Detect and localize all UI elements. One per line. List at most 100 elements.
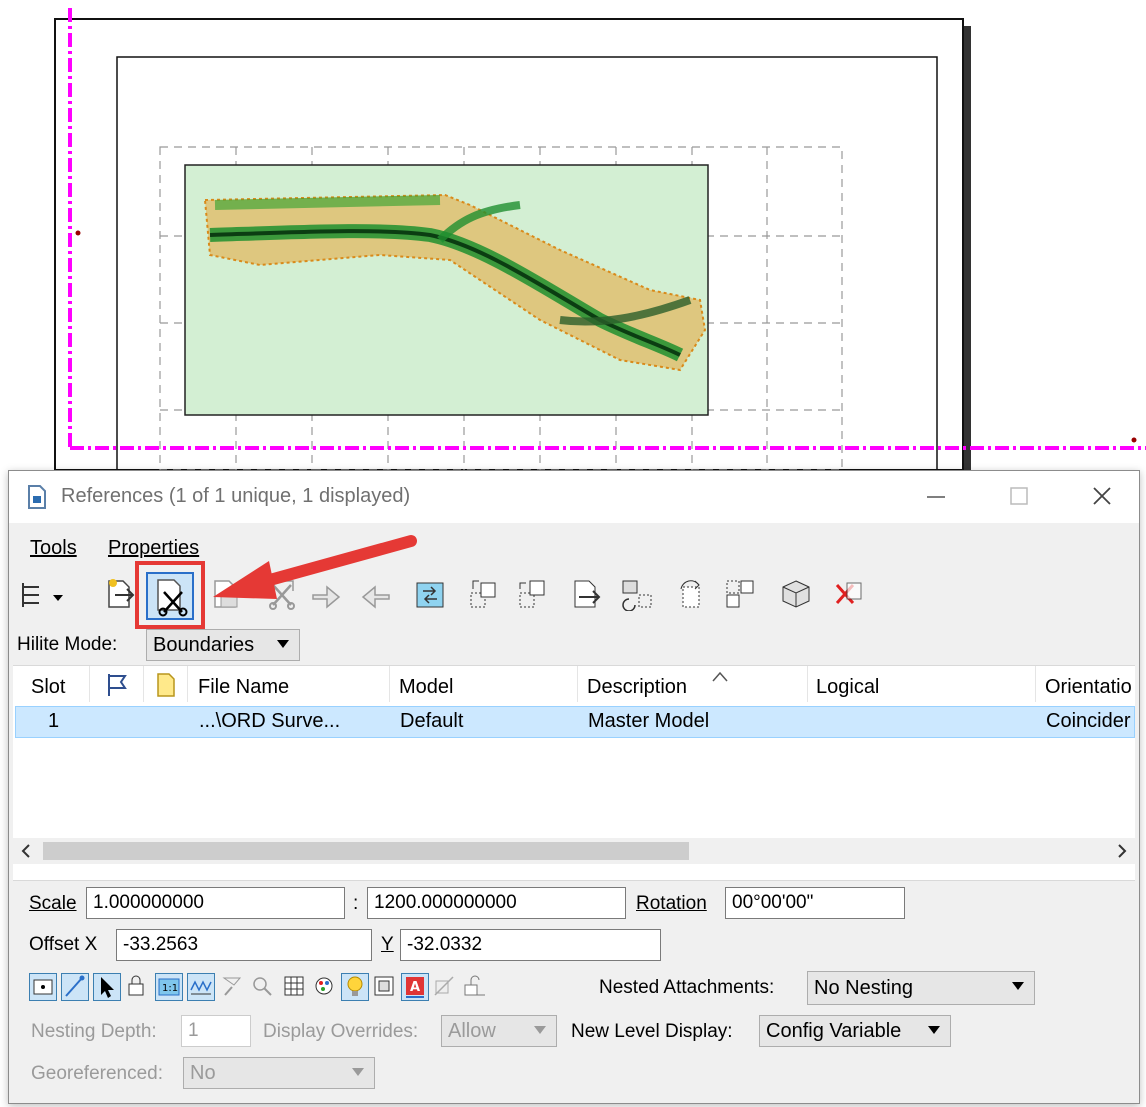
scale-input-2[interactable]: 1200.000000000 bbox=[367, 887, 626, 919]
rotate-icon[interactable] bbox=[514, 577, 548, 611]
row-slot: 1 bbox=[48, 710, 60, 732]
flag-icon[interactable] bbox=[103, 672, 129, 698]
ignore-toggle[interactable] bbox=[431, 973, 459, 1001]
dialog-title: References (1 of 1 unique, 1 displayed) bbox=[61, 485, 411, 507]
col-description[interactable]: Description bbox=[587, 676, 687, 699]
mirror-h-icon[interactable] bbox=[569, 577, 603, 611]
display-toggle[interactable] bbox=[29, 973, 57, 1001]
scale-input[interactable]: 1.000000000 bbox=[86, 887, 345, 919]
treat-as-element-toggle[interactable] bbox=[249, 973, 277, 1001]
row-description: Master Model bbox=[588, 710, 710, 732]
ignore-attachment-toggle[interactable] bbox=[219, 973, 247, 1001]
col-slot[interactable]: Slot bbox=[31, 676, 65, 699]
display-overrides-label: Display Overrides: bbox=[263, 1021, 419, 1042]
new-level-display-select[interactable]: Config Variable bbox=[759, 1015, 951, 1047]
scroll-right-icon[interactable] bbox=[1113, 842, 1131, 860]
hilite-mode-value: Boundaries bbox=[153, 634, 255, 656]
snap-toggle[interactable] bbox=[61, 973, 89, 1001]
exchange-icon[interactable] bbox=[673, 577, 707, 611]
grid-icon bbox=[284, 976, 304, 996]
search-attach-icon bbox=[253, 977, 272, 996]
scroll-thumb[interactable] bbox=[43, 842, 689, 860]
nested-attachments-value: No Nesting bbox=[814, 977, 913, 999]
row-model: Default bbox=[400, 710, 464, 732]
col-file-name[interactable]: File Name bbox=[198, 676, 289, 699]
menu-tools[interactable]: Tools bbox=[30, 537, 77, 560]
menu-properties[interactable]: Properties bbox=[108, 537, 199, 560]
references-table[interactable]: Slot File Name Model Description Logical… bbox=[13, 665, 1135, 881]
offset-x-label: Offset X bbox=[29, 934, 98, 955]
georeferenced-value: No bbox=[190, 1062, 216, 1084]
line-scale-icon bbox=[190, 980, 212, 995]
file-icon[interactable] bbox=[153, 672, 179, 698]
detach-icon[interactable] bbox=[831, 577, 865, 611]
chevron-down-icon bbox=[1012, 982, 1024, 990]
scroll-left-icon[interactable] bbox=[17, 842, 35, 860]
minimize-icon[interactable] bbox=[921, 481, 951, 511]
maximize-icon[interactable] bbox=[1004, 481, 1034, 511]
rotation-input[interactable]: 00°00'00" bbox=[725, 887, 905, 919]
offset-y-input[interactable]: -32.0332 bbox=[400, 929, 661, 961]
col-model[interactable]: Model bbox=[399, 676, 453, 699]
references-dialog: References (1 of 1 unique, 1 displayed) … bbox=[8, 470, 1140, 1104]
nested-attachments-label: Nested Attachments: bbox=[599, 977, 775, 998]
svg-text:1:1: 1:1 bbox=[162, 983, 178, 994]
scale-linestyles-toggle[interactable] bbox=[187, 973, 215, 1001]
color-toggle[interactable] bbox=[311, 973, 339, 1001]
display-icon bbox=[33, 979, 53, 995]
boundary-marker bbox=[75, 230, 81, 236]
chevron-down-icon bbox=[277, 640, 289, 648]
annotation-arrow bbox=[213, 535, 417, 599]
unlock-toggle[interactable] bbox=[461, 973, 489, 1001]
new-level-display-value: Config Variable bbox=[766, 1020, 902, 1042]
scale-label: Scale bbox=[29, 893, 77, 914]
chevron-down-icon bbox=[352, 1068, 364, 1076]
display-overrides-select[interactable]: Allow bbox=[441, 1015, 557, 1047]
snap-icon bbox=[65, 975, 85, 997]
detach-display-icon[interactable] bbox=[723, 577, 757, 611]
scale-colon: : bbox=[353, 893, 359, 914]
light-toggle[interactable] bbox=[341, 973, 369, 1001]
col-orientation[interactable]: Orientatio bbox=[1045, 676, 1132, 699]
attach-reference-icon[interactable] bbox=[103, 577, 137, 611]
close-icon[interactable] bbox=[1087, 481, 1117, 511]
georeferenced-label: Georeferenced: bbox=[31, 1063, 164, 1084]
mirror-v-icon[interactable] bbox=[619, 577, 653, 611]
svg-text:A: A bbox=[410, 980, 420, 995]
offset-y-label: Y bbox=[381, 934, 394, 955]
tree-view-icon[interactable] bbox=[17, 577, 67, 611]
sheet-shadow bbox=[963, 26, 971, 470]
georeferenced-select[interactable]: No bbox=[183, 1057, 375, 1089]
raster-toggle[interactable] bbox=[281, 973, 309, 1001]
boundary-marker bbox=[1131, 437, 1137, 443]
table-row[interactable]: 1 ...\ORD Surve... Default Master Model … bbox=[15, 706, 1135, 738]
locate-toggle[interactable] bbox=[93, 973, 121, 1001]
menu-bar: Tools Properties bbox=[9, 523, 1139, 563]
offset-x-input[interactable]: -33.2563 bbox=[116, 929, 372, 961]
row-orientation: Coincider bbox=[1046, 710, 1131, 732]
print-toggle[interactable] bbox=[371, 973, 399, 1001]
palette-icon bbox=[315, 977, 333, 995]
col-logical[interactable]: Logical bbox=[816, 676, 879, 699]
chevron-down-icon bbox=[534, 1026, 546, 1034]
lightbulb-icon bbox=[347, 976, 363, 996]
cursor-icon bbox=[101, 977, 114, 998]
nested-attachments-select[interactable]: No Nesting bbox=[807, 971, 1035, 1005]
text-toggle[interactable]: A bbox=[401, 973, 429, 1001]
document-icon bbox=[28, 485, 46, 509]
nesting-depth-input[interactable]: 1 bbox=[181, 1015, 251, 1047]
attach-ignore-icon bbox=[222, 977, 242, 996]
hilite-mode-label: Hilite Mode: bbox=[17, 634, 118, 655]
drawing-canvas[interactable] bbox=[0, 0, 1146, 470]
horizontal-scrollbar[interactable] bbox=[13, 838, 1135, 864]
nesting-depth-label: Nesting Depth: bbox=[31, 1021, 157, 1042]
true-scale-toggle[interactable]: 1:1 bbox=[155, 973, 183, 1001]
scale-icon[interactable] bbox=[465, 577, 499, 611]
view-icon bbox=[374, 976, 394, 996]
model-icon[interactable] bbox=[779, 577, 813, 611]
lock-toggle[interactable] bbox=[123, 973, 151, 1001]
hilite-mode-select[interactable]: Boundaries bbox=[146, 629, 300, 661]
title-bar: References (1 of 1 unique, 1 displayed) bbox=[9, 471, 1139, 523]
lock-icon bbox=[128, 975, 144, 996]
rotation-label: Rotation bbox=[636, 893, 707, 914]
